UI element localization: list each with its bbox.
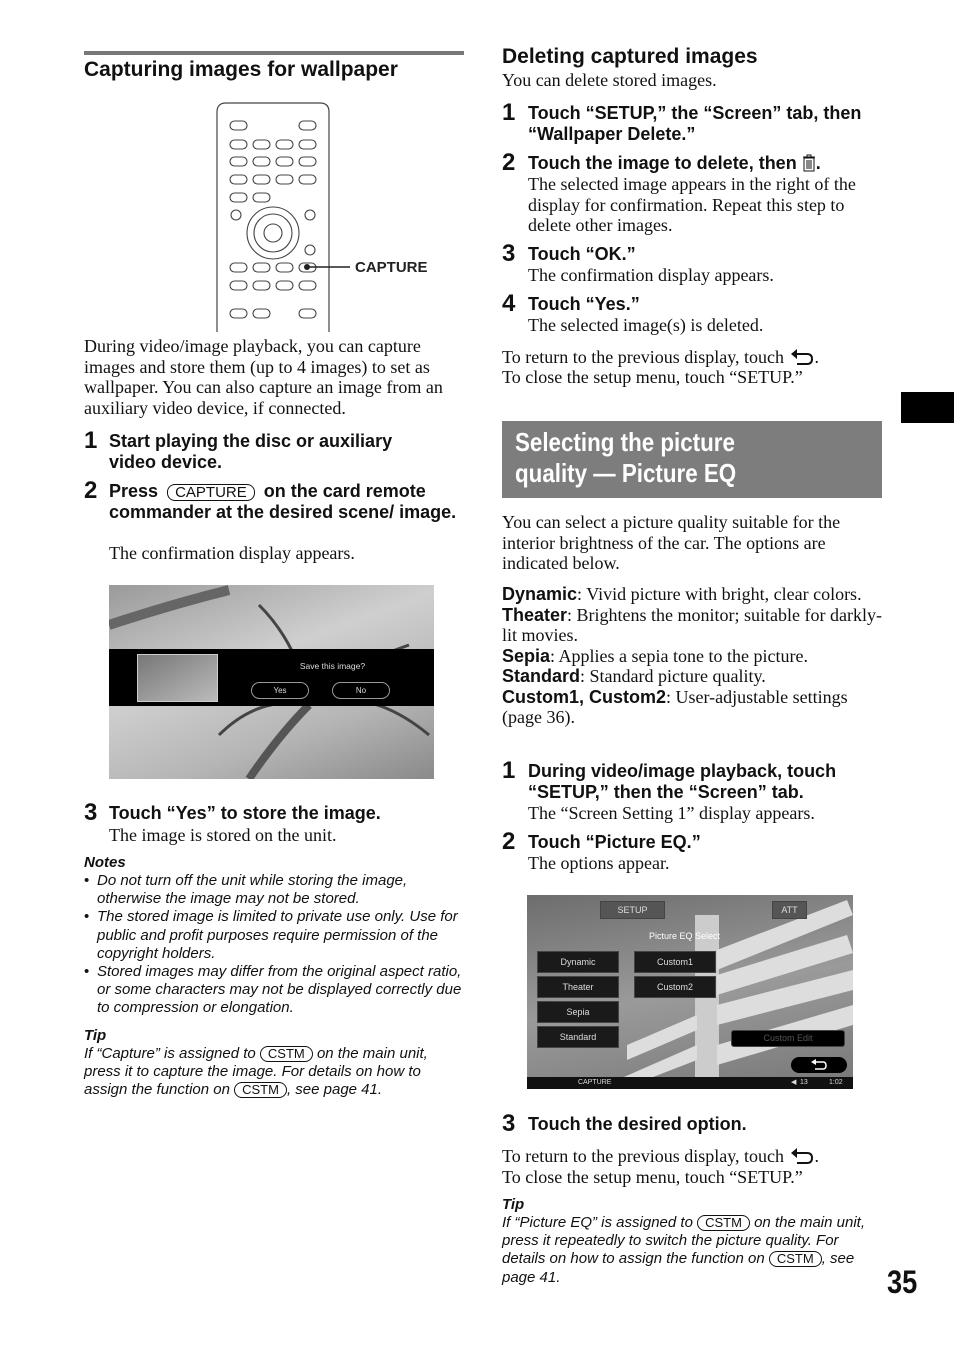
return-text: To return to the previous display, touch… [502, 1146, 820, 1166]
step-title: Touch “SETUP,” the “Screen” tab, then “W… [528, 103, 862, 144]
remote-illustration [216, 102, 350, 332]
step-body: The options appear. [528, 853, 670, 873]
step-title-pre: Press [109, 481, 159, 501]
custom1-button[interactable]: Custom1 [634, 951, 716, 973]
setup-tab[interactable]: SETUP [600, 901, 665, 919]
option-dynamic: Dynamic: Vivid picture with bright, clea… [502, 584, 862, 604]
step-title: Touch the image to delete, then . [528, 153, 821, 174]
intro-text: During video/image playback, you can cap… [84, 336, 443, 418]
step-number: 1 [84, 427, 98, 454]
yes-button[interactable]: Yes [251, 682, 309, 699]
standard-button[interactable]: Standard [537, 1026, 619, 1048]
custom-edit-button[interactable]: Custom Edit [731, 1030, 845, 1047]
custom2-button[interactable]: Custom2 [634, 976, 716, 998]
step-number: 2 [502, 828, 516, 855]
step-title: Touch the desired option. [528, 1114, 747, 1134]
back-arrow-icon [790, 349, 813, 365]
tip-text: If “Picture EQ” is assigned to CSTM on t… [502, 1214, 877, 1287]
capture-key: CAPTURE [167, 484, 255, 501]
step-number: 3 [84, 799, 98, 826]
step-number: 2 [84, 477, 98, 504]
thumbnail [137, 654, 218, 702]
cstm-key: CSTM [259, 1046, 313, 1062]
step-title: Touch “Yes” to store the image. [109, 803, 381, 823]
close-text: To close the setup menu, touch “SETUP.” [502, 367, 803, 387]
delete-intro: You can delete stored images. [502, 70, 717, 90]
dynamic-button[interactable]: Dynamic [537, 951, 619, 973]
back-arrow-icon [811, 1059, 827, 1070]
step-title-text: Touch the image to delete, then [528, 153, 797, 173]
step-title-end: . [815, 153, 821, 173]
note-item: The stored image is limited to private u… [84, 908, 462, 963]
delete-title: Deleting captured images [502, 45, 758, 68]
tip-text: If “Capture” is assigned to CSTM on the … [84, 1045, 464, 1100]
step-body: The selected image(s) is deleted. [528, 315, 764, 335]
cstm-key: CSTM [234, 1082, 287, 1099]
step-title: Touch “OK.” [528, 244, 636, 264]
step-number: 1 [502, 757, 516, 784]
capture-callout: CAPTURE [355, 259, 428, 276]
picture-eq-screen: SETUP ATT Picture EQ Select Dynamic Thea… [527, 895, 853, 1089]
tip-part: If “Capture” is assigned to [84, 1045, 256, 1062]
option-theater: Theater: Brightens the monitor; suitable… [502, 604, 882, 646]
screen-heading: Picture EQ Select [649, 931, 721, 941]
step-body: The selected image appears in the right … [528, 174, 856, 235]
return-text: To return to the previous display, touch… [502, 347, 820, 367]
option-custom: Custom1, Custom2: User-adjustable settin… [502, 686, 848, 728]
dialog-question: Save this image? [299, 661, 366, 671]
section-band: Selecting the picture quality — Picture … [502, 421, 882, 498]
tip-part: If “Picture EQ” is assigned to [502, 1214, 693, 1231]
step-title: Touch “Picture EQ.” [528, 832, 701, 852]
section-rule [84, 51, 464, 55]
step-body: The confirmation display appears. [109, 543, 355, 563]
step-body: The “Screen Setting 1” display appears. [528, 803, 815, 823]
step-number: 1 [502, 99, 516, 126]
eq-intro: You can select a picture quality suitabl… [502, 512, 841, 573]
screen-back-button[interactable] [791, 1057, 847, 1073]
step-title-post: on the card remote commander at the desi… [109, 481, 457, 522]
volume-icon: ◀ [791, 1079, 797, 1086]
step-number: 2 [502, 149, 516, 176]
capture-label[interactable]: CAPTURE [578, 1077, 611, 1089]
step-number: 3 [502, 240, 516, 267]
step-number: 4 [502, 290, 516, 317]
volume-level: 13 [800, 1079, 808, 1086]
trash-icon [802, 154, 815, 172]
notes-list: Do not turn off the unit while storing t… [84, 872, 462, 1018]
step-title: Press CAPTURE on the card remote command… [109, 481, 459, 522]
section-title: Capturing images for wallpaper [84, 58, 398, 81]
att-button[interactable]: ATT [772, 901, 807, 919]
status-bar: CAPTURE ◀ 13 1:02 [527, 1077, 853, 1089]
cstm-key: CSTM [768, 1251, 822, 1268]
save-dialog: Save this image? Yes No [109, 649, 434, 706]
note-item: Do not turn off the unit while storing t… [84, 872, 462, 908]
side-tab [901, 392, 954, 423]
theater-button[interactable]: Theater [537, 976, 619, 998]
clock: 1:02 [829, 1079, 843, 1086]
band-title: Selecting the picture quality — Picture … [515, 427, 737, 488]
sepia-button[interactable]: Sepia [537, 1001, 619, 1023]
tip-heading: Tip [84, 1027, 107, 1044]
notes-heading: Notes [84, 854, 126, 871]
cstm-key: CSTM [697, 1215, 750, 1231]
step-title: Touch “Yes.” [528, 294, 640, 314]
capture-screen-image: Save this image? Yes No [109, 585, 434, 779]
page-number: 35 [887, 1264, 918, 1300]
close-text: To close the setup menu, touch “SETUP.” [502, 1167, 803, 1187]
step-body: The confirmation display appears. [528, 265, 774, 285]
step-body: The image is stored on the unit. [109, 825, 337, 845]
return-text-label: To return to the previous display, touch [502, 1146, 785, 1166]
back-arrow-icon [790, 1148, 813, 1164]
options-list: Dynamic: Vivid picture with bright, clea… [502, 584, 882, 728]
note-item: Stored images may differ from the origin… [84, 963, 462, 1018]
tip-heading: Tip [502, 1196, 525, 1213]
option-sepia: Sepia: Applies a sepia tone to the pictu… [502, 645, 808, 666]
step-title: During video/image playback, touch “SETU… [528, 761, 837, 802]
tip-part: , see page 41. [286, 1081, 383, 1099]
option-standard: Standard: Standard picture quality. [502, 666, 766, 686]
step-title: Start playing the disc or auxiliary vide… [109, 431, 393, 472]
no-button[interactable]: No [332, 682, 390, 699]
step-number: 3 [502, 1110, 516, 1137]
return-text-label: To return to the previous display, touch [502, 347, 785, 367]
